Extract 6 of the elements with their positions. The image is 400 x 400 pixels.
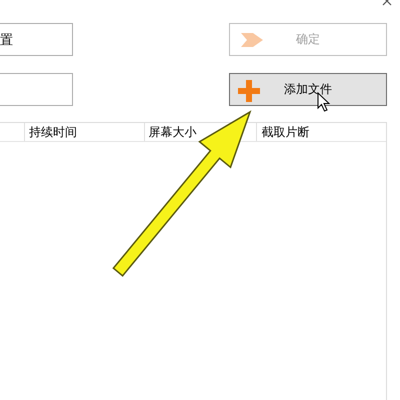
close-icon[interactable] — [382, 0, 394, 8]
option-button[interactable]: 置 — [0, 23, 73, 56]
column-header[interactable]: 持续时间 — [24, 123, 144, 141]
plus-icon — [237, 79, 261, 103]
add-file-button[interactable]: 添加文件 — [229, 73, 387, 106]
column-header[interactable]: 截取片断 — [256, 123, 386, 141]
